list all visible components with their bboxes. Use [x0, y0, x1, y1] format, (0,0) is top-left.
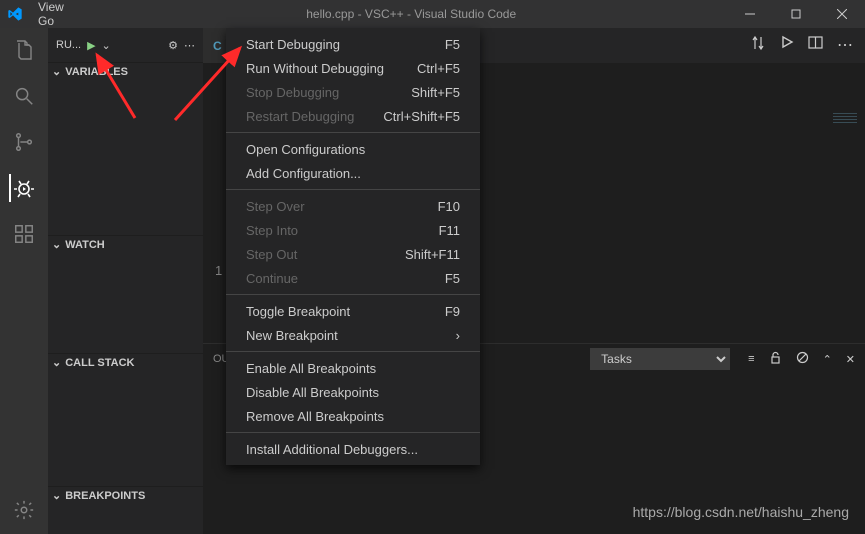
section-header-watch[interactable]: ⌄WATCH — [48, 235, 203, 253]
chevron-down-icon: ⌄ — [52, 489, 61, 502]
filter-icon[interactable]: ≡ — [748, 353, 754, 365]
cpp-file-icon: C — [213, 39, 222, 53]
minimize-button[interactable] — [727, 0, 773, 28]
window-title: hello.cpp - VSC++ - Visual Studio Code — [95, 7, 727, 21]
sidebar: RU... ▶ ⌄ ⚙ ⋯ ⌄VARIABLES ⌄WATCH ⌄CALL STAC… — [48, 28, 203, 534]
maximize-button[interactable] — [773, 0, 819, 28]
menu-item-add-configuration-[interactable]: Add Configuration... — [226, 161, 480, 185]
menu-item-install-additional-debuggers-[interactable]: Install Additional Debuggers... — [226, 437, 480, 461]
menu-item-new-breakpoint[interactable]: New Breakpoint› — [226, 323, 480, 347]
line-number: 1 — [215, 263, 222, 278]
run-toolbar: RU... ▶ ⌄ ⚙ ⋯ — [48, 28, 203, 62]
close-button[interactable] — [819, 0, 865, 28]
menu-item-run-without-debugging[interactable]: Run Without DebuggingCtrl+F5 — [226, 56, 480, 80]
panel-close-icon[interactable]: ✕ — [846, 353, 855, 366]
editor-actions: ⋯ — [750, 35, 865, 56]
more-icon[interactable]: ⋯ — [184, 39, 195, 52]
section-body — [48, 80, 203, 235]
minimap[interactable] — [833, 113, 857, 125]
start-debug-icon[interactable]: ▶ — [87, 39, 95, 52]
panel-select[interactable]: Tasks — [590, 348, 730, 370]
clear-icon[interactable] — [796, 351, 809, 367]
run-config-label[interactable]: RU... — [56, 39, 81, 51]
settings-gear-icon[interactable] — [10, 496, 38, 524]
chevron-down-icon: ⌄ — [52, 238, 61, 251]
section-header-call-stack[interactable]: ⌄CALL STACK — [48, 353, 203, 371]
debug-icon[interactable] — [9, 174, 37, 202]
menu-item-remove-all-breakpoints[interactable]: Remove All Breakpoints — [226, 404, 480, 428]
chevron-down-icon: ⌄ — [52, 65, 61, 78]
menu-item-enable-all-breakpoints[interactable]: Enable All Breakpoints — [226, 356, 480, 380]
chevron-down-icon: ⌄ — [52, 356, 61, 369]
menu-item-continue: ContinueF5 — [226, 266, 480, 290]
menu-bar: FileEditSelectionViewGoDebugTerminalHelp — [0, 0, 95, 28]
menu-go[interactable]: Go — [30, 14, 95, 28]
debug-menu-dropdown: Start DebuggingF5Run Without DebuggingCt… — [226, 28, 480, 465]
menu-item-step-out: Step OutShift+F11 — [226, 242, 480, 266]
chevron-down-icon[interactable]: ⌄ — [102, 39, 111, 52]
compare-icon[interactable] — [750, 35, 766, 56]
menu-item-disable-all-breakpoints[interactable]: Disable All Breakpoints — [226, 380, 480, 404]
watermark-text: https://blog.csdn.net/haishu_zheng — [633, 504, 849, 520]
run-icon[interactable] — [780, 35, 794, 56]
menu-item-restart-debugging: Restart DebuggingCtrl+Shift+F5 — [226, 104, 480, 128]
search-icon[interactable] — [10, 82, 38, 110]
menu-item-open-configurations[interactable]: Open Configurations — [226, 137, 480, 161]
section-body — [48, 371, 203, 486]
more-actions-icon[interactable]: ⋯ — [837, 35, 853, 56]
menu-view[interactable]: View — [30, 0, 95, 14]
gear-icon[interactable]: ⚙ — [168, 39, 178, 52]
section-header-variables[interactable]: ⌄VARIABLES — [48, 62, 203, 80]
menu-item-step-into: Step IntoF11 — [226, 218, 480, 242]
source-control-icon[interactable] — [10, 128, 38, 156]
activity-bar — [0, 28, 48, 534]
vscode-logo-icon — [0, 6, 30, 22]
menu-item-start-debugging[interactable]: Start DebuggingF5 — [226, 32, 480, 56]
menu-item-stop-debugging: Stop DebuggingShift+F5 — [226, 80, 480, 104]
section-body — [48, 253, 203, 353]
window-controls — [727, 0, 865, 28]
explorer-icon[interactable] — [10, 36, 38, 64]
split-editor-icon[interactable] — [808, 35, 823, 56]
extensions-icon[interactable] — [10, 220, 38, 248]
title-bar: FileEditSelectionViewGoDebugTerminalHelp… — [0, 0, 865, 28]
lock-icon[interactable] — [769, 351, 782, 367]
section-header-breakpoints[interactable]: ⌄BREAKPOINTS — [48, 486, 203, 504]
menu-item-step-over: Step OverF10 — [226, 194, 480, 218]
menu-item-toggle-breakpoint[interactable]: Toggle BreakpointF9 — [226, 299, 480, 323]
chevron-up-icon[interactable]: ⌃ — [823, 353, 832, 366]
